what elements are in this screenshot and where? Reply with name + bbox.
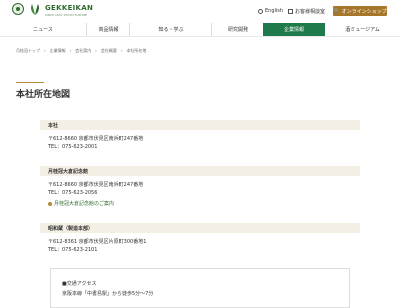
breadcrumb: 月桂冠トップ › 企業情報 › 会社案内 › 会社概要 › 本社所在地 xyxy=(16,48,146,54)
english-label: English xyxy=(265,8,284,14)
headquarters-address: 〒612-8660 京都市伏見区南浜町247番地 xyxy=(48,136,144,142)
nav-item-museum[interactable]: 酒ミュージアム xyxy=(325,23,400,36)
breadcrumb-about[interactable]: 会社案内 xyxy=(75,48,91,54)
breadcrumb-sep: › xyxy=(44,48,46,53)
breadcrumb-home[interactable]: 月桂冠トップ xyxy=(16,48,40,54)
online-shop-button[interactable]: 🛒 オンラインショップ xyxy=(333,6,387,16)
brand-tagline: SINCE 1637 KYOTO FUSHIMI xyxy=(45,13,88,17)
brand-name[interactable]: GEKKEIKAN xyxy=(45,4,93,12)
breadcrumb-company[interactable]: 企業情報 xyxy=(50,48,66,54)
bullet-icon xyxy=(48,201,52,206)
english-link[interactable]: English xyxy=(258,8,283,14)
mail-icon xyxy=(288,9,293,14)
breadcrumb-sep: › xyxy=(120,48,123,53)
museum-address: 〒612-8660 京都市伏見区南浜町247番地 xyxy=(48,182,144,188)
laurel-logo-icon[interactable] xyxy=(28,2,42,16)
museum-tel: TEL：075-623-2056 xyxy=(48,190,98,196)
title-accent-line xyxy=(16,82,44,83)
showa-kura-tel: TEL：075-623-2101 xyxy=(48,247,98,253)
section-head-showa-kura: 昭和蔵（製造本部） xyxy=(40,223,360,233)
globe-icon xyxy=(258,8,263,14)
section-head-museum: 月桂冠大倉記念館 xyxy=(40,166,360,176)
access-box xyxy=(50,268,350,308)
header: GEKKEIKAN SINCE 1637 KYOTO FUSHIMI Engli… xyxy=(0,0,400,20)
breadcrumb-sep: › xyxy=(69,48,72,53)
access-heading: ■交通アクセス xyxy=(62,281,97,287)
nav-item-company[interactable]: 企業情報 xyxy=(263,23,325,36)
breadcrumb-overview[interactable]: 会社概要 xyxy=(101,48,117,54)
headquarters-tel: TEL：075-623-2001 xyxy=(48,144,98,150)
nav-item-news[interactable]: ニュース xyxy=(0,23,86,36)
nav-divider xyxy=(0,36,400,37)
access-line: 京阪本線「中書島駅」から徒歩5分～7分 xyxy=(62,291,154,297)
museum-guide-link[interactable]: 月桂冠大倉記念館のご案内 xyxy=(48,200,114,207)
showa-kura-address: 〒612-8361 京都市伏見区片原町300番地1 xyxy=(48,239,147,245)
breadcrumb-current: 本社所在地 xyxy=(126,48,147,53)
museum-guide-label: 月桂冠大倉記念館のご案内 xyxy=(54,201,115,207)
main-nav: ニュース 商品情報 知る・学ぶ 研究開発 企業情報 酒ミュージアム xyxy=(0,23,400,37)
seal-icon xyxy=(12,3,24,15)
contact-link[interactable]: お客様相談室 xyxy=(288,8,325,15)
page-title: 本社所在地図 xyxy=(16,90,71,100)
breadcrumb-sep: › xyxy=(95,48,97,53)
nav-item-research[interactable]: 研究開発 xyxy=(211,23,264,36)
shop-label: オンラインショップ xyxy=(341,8,387,15)
nav-item-products[interactable]: 商品情報 xyxy=(86,23,130,36)
cart-icon: 🛒 xyxy=(333,8,340,14)
section-head-headquarters: 本社 xyxy=(40,120,360,130)
contact-label: お客様相談室 xyxy=(295,9,326,15)
nav-item-learn[interactable]: 知る・学ぶ xyxy=(129,23,212,36)
